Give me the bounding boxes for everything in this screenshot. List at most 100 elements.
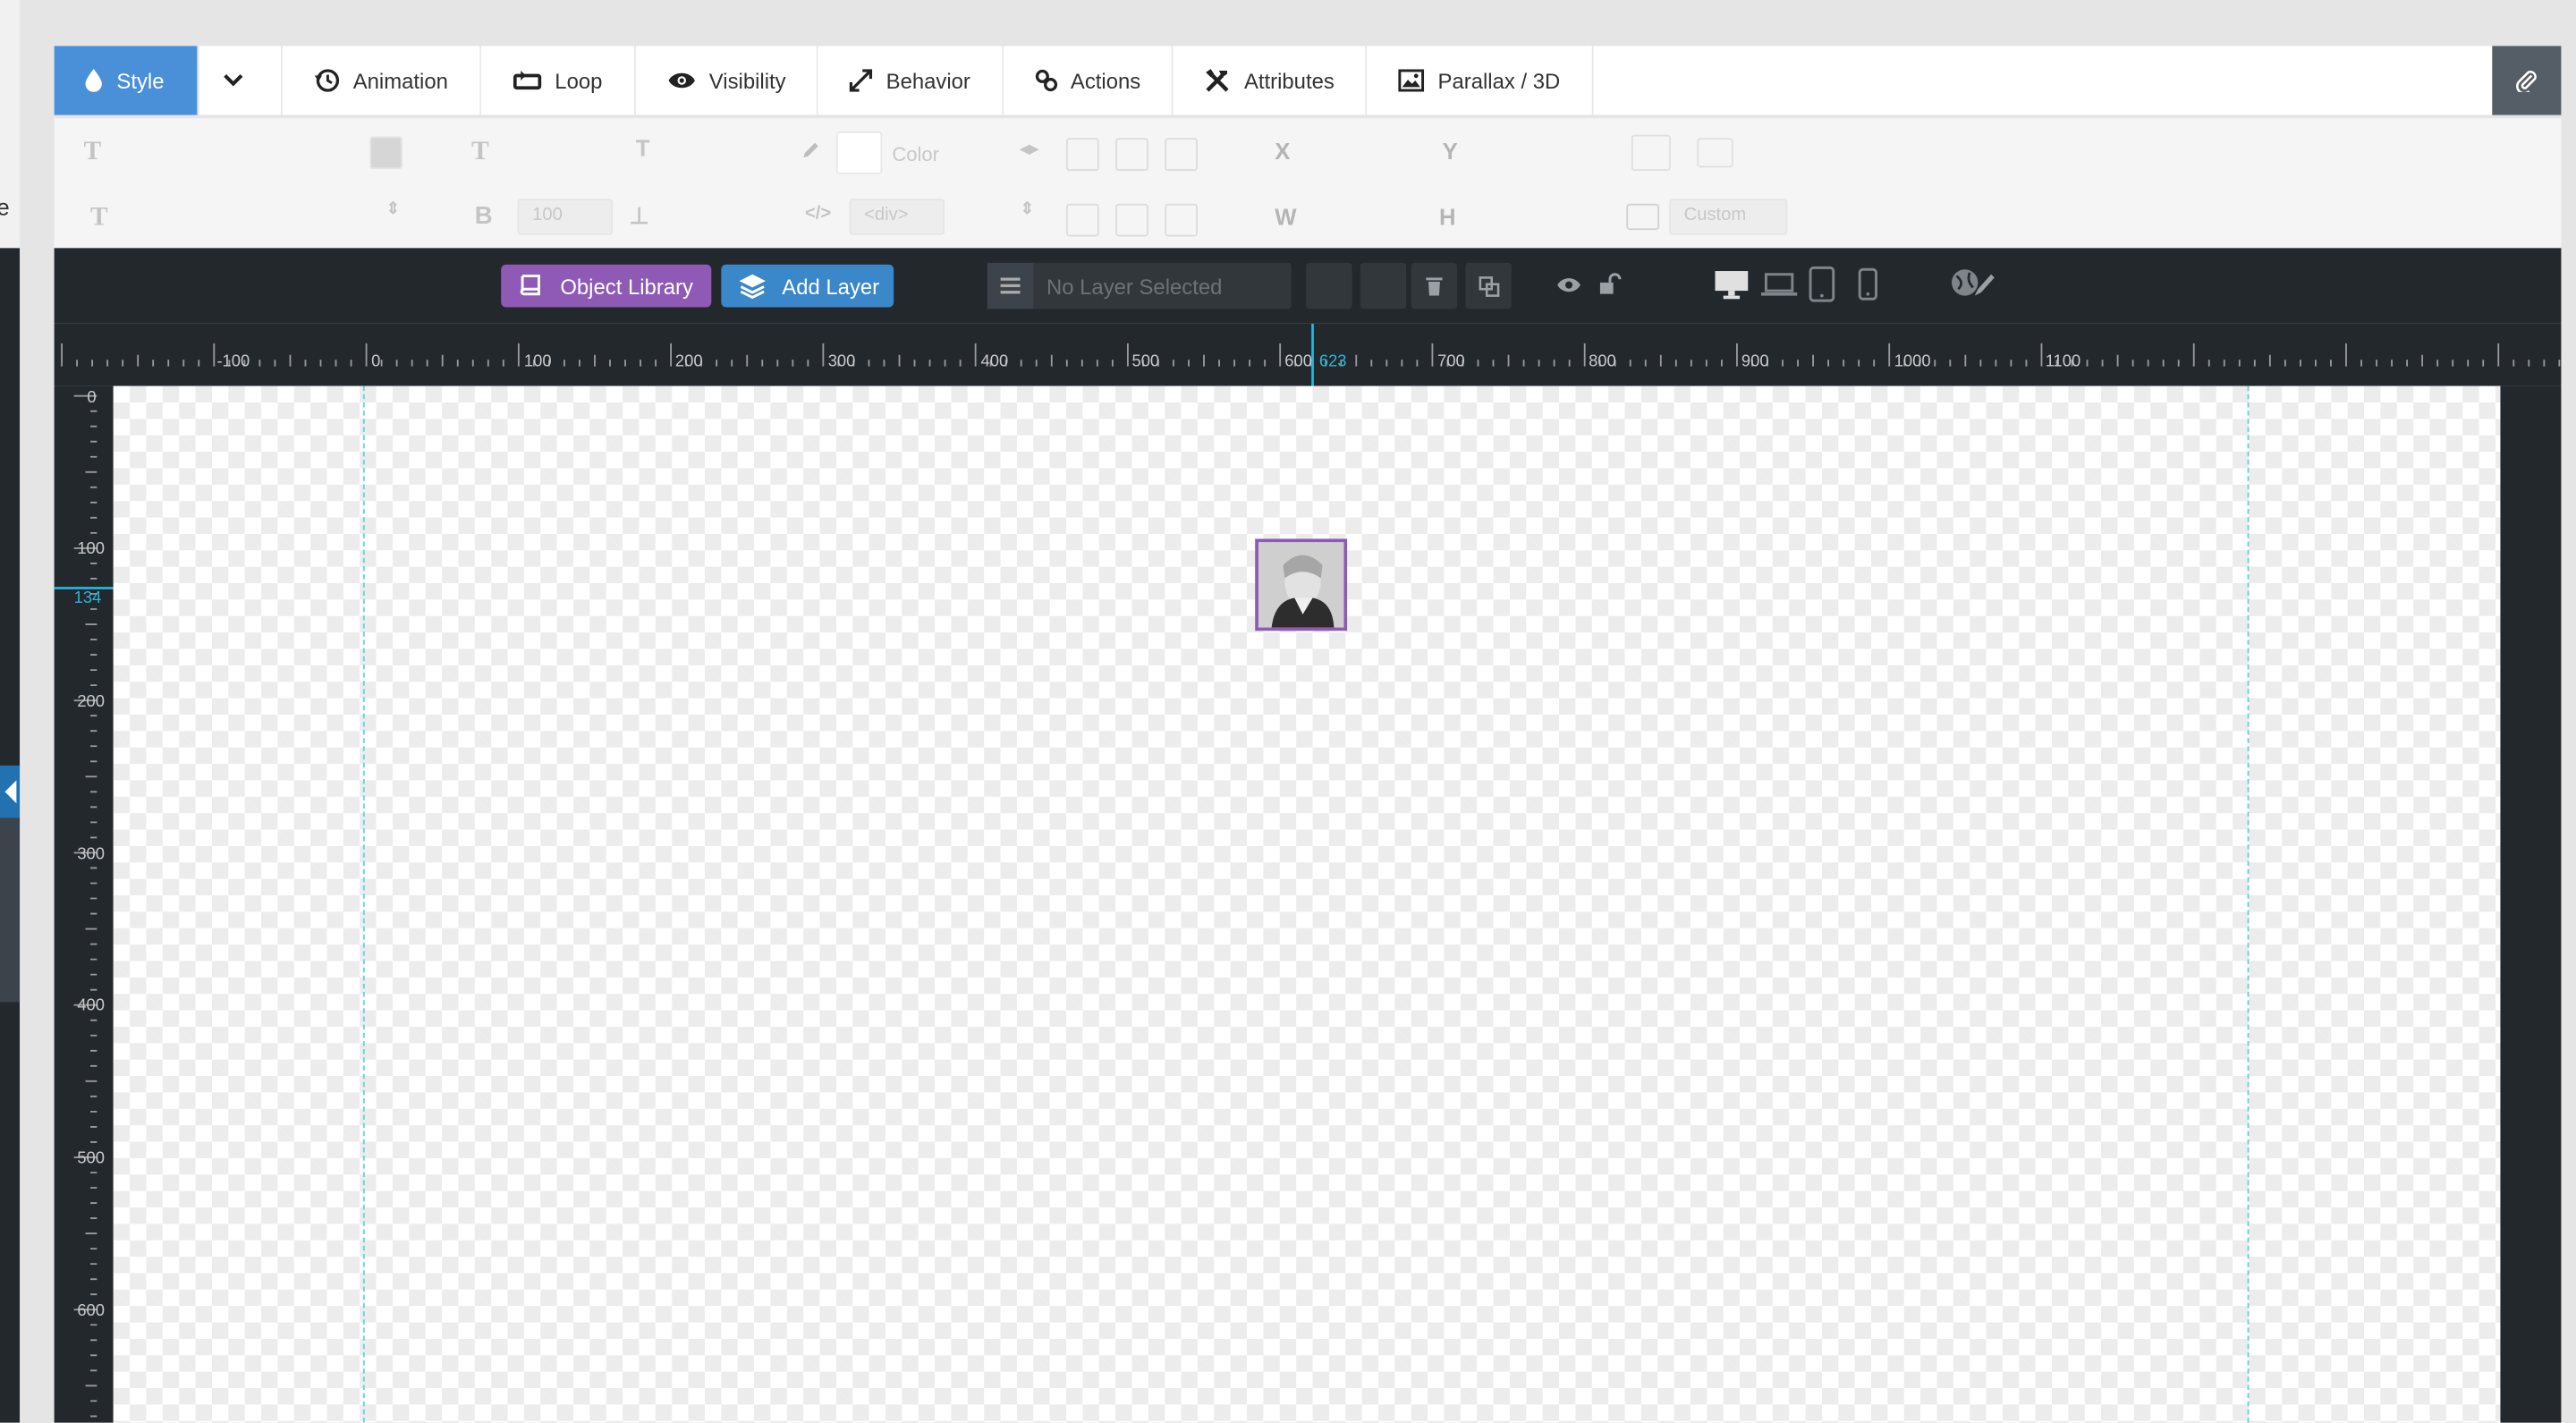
select-arrows-icon: ⇕ [386,200,401,219]
horizontal-ruler: -200 -100 0 100 200 300 400 500 600 700 … [54,323,2562,386]
letter-spacing-icon: ⊥ [629,201,649,229]
duplicate-icon [1478,275,1499,296]
tab-behavior[interactable]: Behavior [818,46,1004,115]
tab-visibility[interactable]: Visibility [635,46,819,115]
ruler-v-label: 100 [77,540,105,559]
tab-attributes[interactable]: Attributes [1174,46,1368,115]
ruler-v-label: 400 [77,996,105,1016]
font-family-icon: T [83,138,102,166]
tablet-icon[interactable] [1809,266,1835,302]
ruler-h-label: 1000 [1894,352,1931,372]
portrait-image [1258,542,1344,628]
resize-mode-button[interactable] [1697,138,1733,168]
ruler-h-label: 300 [827,352,856,372]
unlock-icon[interactable] [1598,273,1622,294]
layer-selector[interactable]: No Layer Selected [987,262,1292,309]
font-weight-value: 100 [532,205,563,225]
valign-bottom-button[interactable] [1165,203,1198,237]
ruler-v-label: 0 [87,389,97,408]
ruler-h-cursor-label: 623 [1318,352,1347,372]
tab-label: Actions [1070,68,1141,93]
menu-icon [1000,277,1021,294]
desktop-icon[interactable] [1714,267,1750,302]
laptop-icon[interactable] [1760,267,1798,302]
font-style-icon: T [90,203,108,232]
image-icon [1398,69,1425,92]
y-position-label: Y [1442,138,1458,165]
align-arrows-icon: ◂▸ [1020,140,1038,160]
layer-list-button[interactable] [987,262,1034,309]
style-dropdown-button[interactable] [199,46,283,115]
code-icon: </> [804,203,832,224]
tab-label: Visibility [708,68,786,93]
font-weight-select[interactable]: 100 [517,199,614,235]
object-library-button[interactable]: Object Library [501,264,712,308]
tab-style[interactable]: Style [54,46,199,115]
pencil-icon [803,142,818,158]
tab-label: Style [116,68,165,93]
collapse-sidebar-button[interactable] [0,765,21,818]
chevron-left-icon [4,780,17,804]
layer-option-button-2[interactable] [1360,262,1407,309]
line-height-icon: T [635,134,650,161]
tab-label: Animation [352,68,448,93]
drop-icon [85,69,102,92]
font-family-select[interactable] [120,135,343,168]
paperclip-icon [2516,71,2537,92]
ruler-h-label: 1100 [2045,352,2081,372]
slide-canvas[interactable] [113,385,2501,1423]
align-right-button[interactable] [1165,138,1198,172]
ruler-h-label: 200 [674,352,703,372]
x-position-label: X [1275,138,1291,165]
history-icon [314,69,339,92]
admin-sidebar-panel [0,817,21,1003]
delete-layer-button[interactable] [1411,262,1458,309]
ruler-v-label: 300 [77,845,105,865]
book-icon [520,275,540,296]
grid-guide-left [362,385,365,1423]
trash-icon [1426,277,1443,296]
valign-middle-button[interactable] [1115,203,1148,237]
tab-parallax[interactable]: Parallax / 3D [1368,46,1593,115]
layer-option-button-1[interactable] [1306,262,1352,309]
duplicate-layer-button[interactable] [1465,262,1512,309]
tab-label: Attributes [1243,68,1335,93]
ruler-h-label: 700 [1437,352,1465,372]
color-swatch[interactable] [835,131,883,174]
tab-loop[interactable]: Loop [481,46,636,115]
pin-toolbar-button[interactable] [2492,46,2562,115]
ruler-v-label: 500 [77,1149,105,1168]
valign-top-button[interactable] [1066,203,1099,237]
size-mode-select[interactable]: Custom [1669,199,1788,235]
ruler-h-label: 600 [1284,352,1312,372]
tab-animation[interactable]: Animation [283,46,481,115]
ruler-h-label: 400 [980,352,1009,372]
layer-toolbar: Object Library Add Layer No Layer Select… [54,248,2562,324]
ruler-h-label: 100 [523,352,552,372]
width-label: W [1275,203,1297,231]
global-edit-icon[interactable] [1948,267,1997,301]
html-tag-select[interactable]: <div> [849,199,945,235]
save-font-button[interactable] [369,136,402,170]
height-label: H [1438,203,1456,231]
visibility-toggle-icon[interactable] [1555,276,1581,294]
add-layer-button[interactable]: Add Layer [721,264,894,308]
mobile-icon[interactable] [1858,267,1877,302]
ruler-h-label: 800 [1589,352,1616,372]
eye-icon [667,72,695,89]
ruler-v-label: 600 [77,1302,105,1321]
app-stage: e Style Animation Loop Visibility Behavi… [0,0,2576,1423]
settings-row-2: T ⇕ B 100 ⊥ </> <div> ⇕ W H Custom [55,184,2562,247]
ruler-h-label: 0 [371,352,381,372]
layer-selector-placeholder: No Layer Selected [1046,274,1223,300]
text-transform-button[interactable] [1631,134,1671,172]
vertical-align-icon: ⇕ [1020,200,1035,219]
loop-icon [513,70,541,90]
canvas-margin [2500,385,2562,1423]
align-center-button[interactable] [1115,138,1148,172]
tab-label: Parallax / 3D [1437,68,1561,93]
image-layer[interactable] [1255,538,1348,631]
vertical-ruler: 0 100 134 200 300 400 500 600 [54,385,114,1423]
tab-actions[interactable]: Actions [1004,46,1174,115]
align-left-button[interactable] [1066,138,1099,172]
